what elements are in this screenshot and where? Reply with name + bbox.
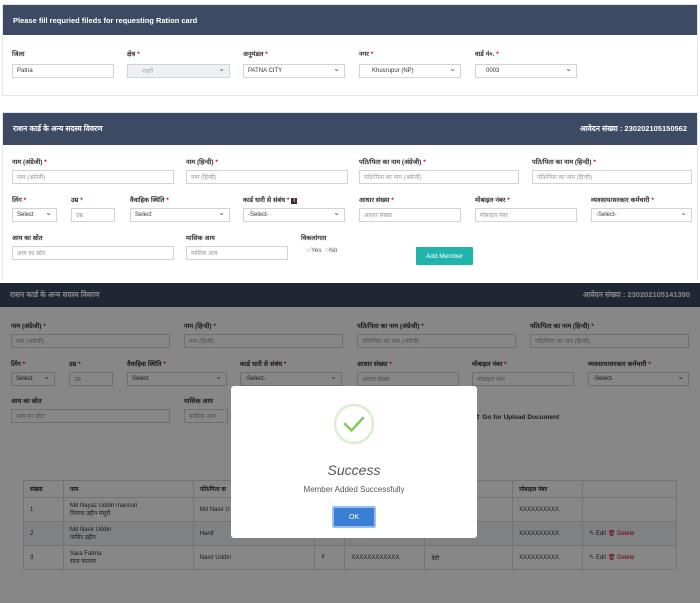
- father-hi-input[interactable]: पति/पिता का नाम (हिन्दी): [532, 170, 692, 184]
- occupation-label: व्यवसाय/सरकार कर्मचारी *: [591, 197, 654, 204]
- income-source-label: आय का स्रोत: [12, 235, 43, 242]
- add-member-button[interactable]: Add Member: [416, 247, 473, 265]
- aadhaar-label: आधार संख्या *: [359, 197, 394, 204]
- occupation-select[interactable]: -Select-: [591, 208, 692, 222]
- success-check-icon: [333, 403, 375, 445]
- monthly-income-label: मासिक आय: [186, 235, 215, 242]
- name-hi-input[interactable]: नाम (हिन्दी): [186, 170, 348, 184]
- name-en-input[interactable]: नाम (अंग्रेजी): [12, 170, 174, 184]
- info-icon: i: [291, 198, 298, 204]
- town-label: नगर *: [359, 51, 374, 58]
- father-en-input[interactable]: पति/पिता का नाम (अंग्रेजी): [359, 170, 519, 184]
- town-select[interactable]: Khusrupur (NP): [359, 64, 461, 78]
- subdivision-label: अनुमंडल *: [243, 51, 268, 58]
- district-label: जिला: [12, 51, 25, 58]
- success-modal: Success Member Added Successfully OK: [231, 386, 477, 538]
- page: Please fill requried fileds for requesti…: [0, 0, 700, 603]
- location-panel-title: Please fill requried fileds for requesti…: [13, 15, 198, 25]
- monthly-income-input[interactable]: मासिक आय: [186, 246, 288, 260]
- member-panel-header: राशन कार्ड के अन्य सदस्य विवरण आवेदन संख…: [3, 113, 697, 145]
- relation-label: कार्ड धारी से संबंध * i: [243, 195, 298, 204]
- income-source-input[interactable]: आय का स्रोत: [12, 246, 174, 260]
- location-panel: Please fill requried fileds for requesti…: [2, 4, 698, 96]
- age-input[interactable]: उम्र: [71, 208, 115, 222]
- district-field[interactable]: Patna: [12, 64, 114, 78]
- area-select[interactable]: शहरी: [127, 64, 230, 78]
- name-en-label: नाम (अंग्रेजी) *: [12, 159, 47, 166]
- ward-label: वार्ड नं०. *: [475, 51, 499, 58]
- name-hi-label: नाम (हिन्दी) *: [186, 159, 218, 166]
- relation-select[interactable]: -Select-: [243, 208, 345, 222]
- marital-label: वैवाहिक स्थिति *: [130, 197, 169, 204]
- member-panel: राशन कार्ड के अन्य सदस्य विवरण आवेदन संख…: [2, 112, 698, 280]
- marital-select[interactable]: Select: [130, 208, 230, 222]
- location-panel-header: Please fill requried fileds for requesti…: [3, 5, 697, 35]
- subdivision-select[interactable]: PATNA CITY: [243, 64, 345, 78]
- ward-select[interactable]: 0003: [475, 64, 577, 78]
- disability-no-radio[interactable]: ○No: [325, 247, 337, 254]
- father-hi-label: पति/पिता का नाम (हिन्दी) *: [532, 159, 596, 166]
- age-label: उम्र *: [71, 197, 83, 204]
- gender-label: लिंग *: [12, 197, 27, 204]
- disability-label: विकलांगता: [301, 235, 327, 242]
- modal-title: Success: [327, 462, 381, 478]
- mobile-label: मोबाइल नंबर *: [475, 197, 510, 204]
- disability-yes-radio[interactable]: ○Yes: [307, 247, 322, 254]
- area-label: क्षेत्र *: [127, 51, 140, 58]
- member-panel-title: राशन कार्ड के अन्य सदस्य विवरण: [13, 124, 103, 133]
- aadhaar-input[interactable]: आधार संख्या: [359, 208, 461, 222]
- father-en-label: पति/पिता का नाम (अंग्रेजी) *: [359, 159, 426, 166]
- modal-message: Member Added Successfully: [303, 485, 405, 494]
- ok-button[interactable]: OK: [332, 506, 376, 528]
- gender-select[interactable]: Select: [12, 208, 57, 222]
- mobile-input[interactable]: मोबाइल नंबर: [475, 208, 577, 222]
- application-number: आवेदन संख्या : 230202105150562: [579, 124, 687, 133]
- disability-options: ○Yes ○No: [307, 247, 337, 254]
